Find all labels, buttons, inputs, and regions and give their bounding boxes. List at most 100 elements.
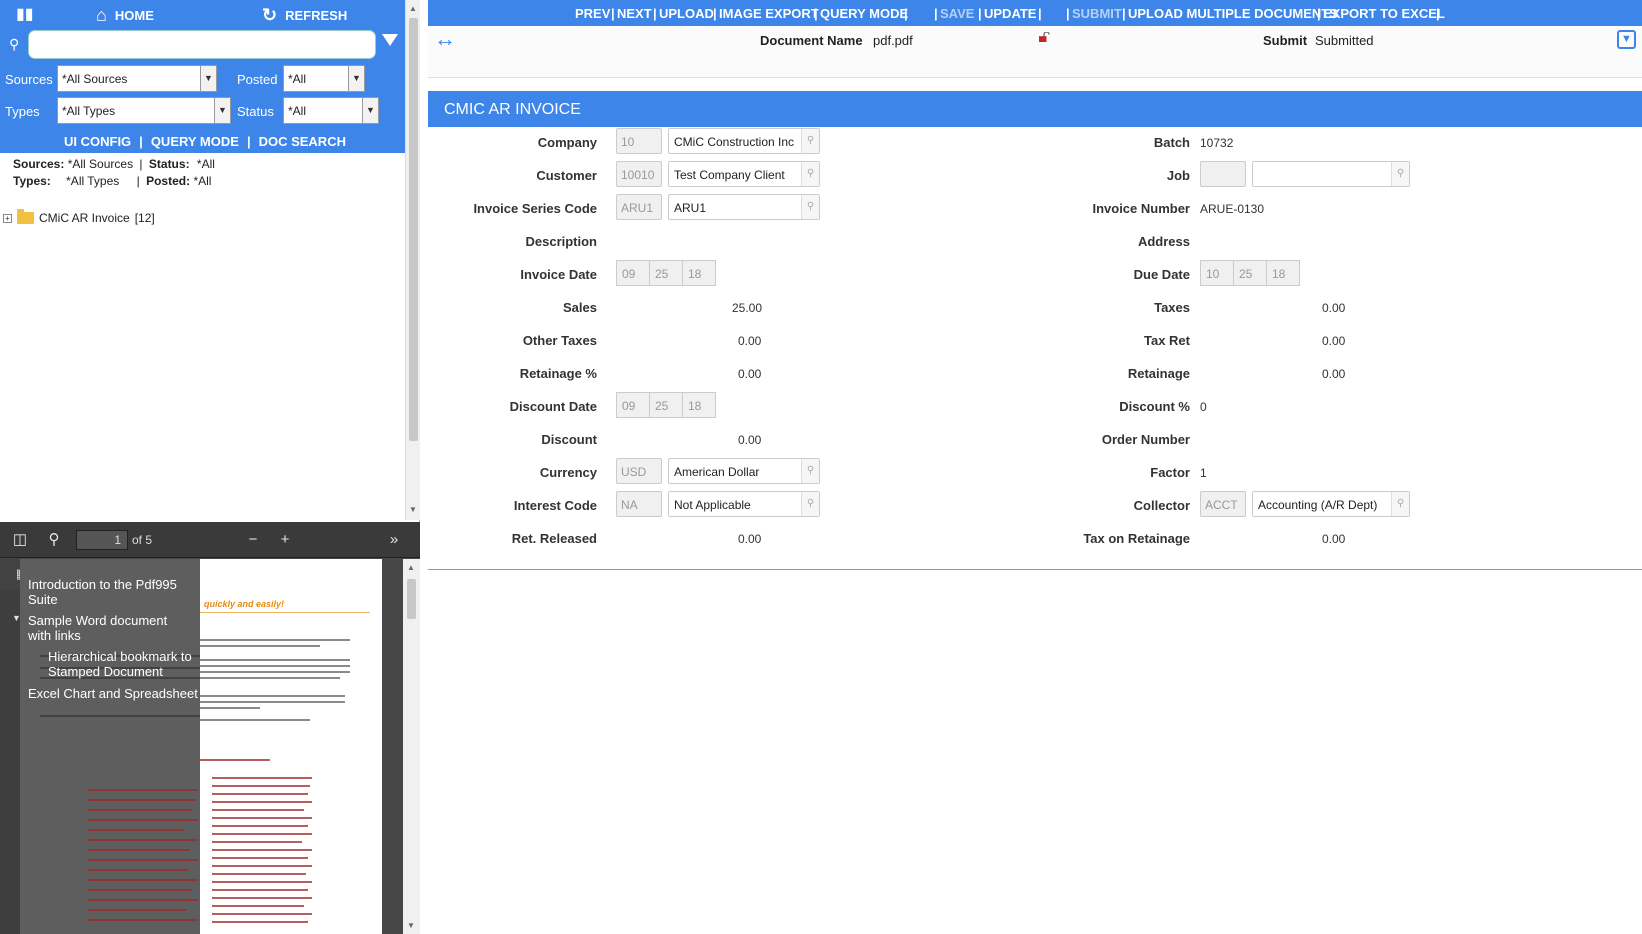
address-label: Address (1137, 234, 1190, 249)
search-icon[interactable]: ⚲ (1391, 492, 1409, 516)
retainage-pct-label: Retainage % (519, 366, 597, 381)
interest-code-field[interactable]: NA (616, 491, 662, 517)
scroll-up-icon[interactable]: ▲ (407, 563, 415, 572)
separator: | (814, 6, 818, 21)
query-mode-button[interactable]: QUERY MODE (820, 6, 908, 21)
posted-label: Posted (237, 72, 278, 87)
search-icon[interactable]: ⚲ (1391, 162, 1409, 186)
customer-name-field[interactable]: Test Company Client ⚲ (668, 161, 820, 187)
page-number-input[interactable]: 1 (76, 530, 128, 550)
separator: | (1038, 6, 1042, 21)
bookmark-item[interactable]: Sample Word document with links (28, 613, 178, 643)
invoice-date-month[interactable]: 09 (616, 260, 650, 286)
left-scrollbar[interactable]: ▲ ▼ (405, 0, 420, 520)
series-code-field[interactable]: ARU1 (616, 194, 662, 220)
scrollbar-thumb[interactable] (409, 18, 418, 441)
invoice-number-label: Invoice Number (1092, 201, 1190, 216)
more-tools-icon[interactable]: » (382, 529, 406, 551)
collapse-triangle-icon[interactable]: ▼ (12, 613, 21, 623)
discount-date-field[interactable]: 09 25 18 (616, 392, 716, 418)
chevron-down-icon[interactable]: ▼ (1617, 30, 1636, 49)
tree-node-ar-invoice[interactable]: + CMiC AR Invoice [12] (3, 209, 155, 225)
search-icon[interactable]: ⚲ (801, 162, 819, 186)
sources-label: Sources (5, 72, 53, 87)
scroll-down-icon[interactable]: ▼ (409, 505, 417, 514)
invoice-date-field[interactable]: 09 25 18 (616, 260, 716, 286)
search-input[interactable] (28, 30, 376, 59)
prev-button[interactable]: PREV (575, 6, 610, 21)
upload-button[interactable]: UPLOAD (659, 6, 714, 21)
zoom-in-icon[interactable]: + (273, 529, 297, 551)
scroll-down-icon[interactable]: ▼ (407, 921, 415, 930)
expand-arrows-icon[interactable]: ↔ (434, 26, 456, 52)
status-select[interactable]: *All ▼ (283, 97, 379, 124)
save-button[interactable]: SAVE (940, 6, 974, 21)
types-select[interactable]: *All Types ▼ (57, 97, 231, 124)
separator: | (653, 6, 657, 21)
page-heading: quickly and easily! (204, 599, 285, 609)
invoice-date-year[interactable]: 18 (682, 260, 716, 286)
ui-config-link[interactable]: UI CONFIG (64, 134, 131, 149)
collector-name-field[interactable]: Accounting (A/R Dept) ⚲ (1252, 491, 1410, 517)
scrollbar-thumb[interactable] (407, 579, 416, 619)
posted-select[interactable]: *All ▼ (283, 65, 365, 92)
tree-node-label: CMiC AR Invoice (39, 211, 130, 225)
discount-date-month[interactable]: 09 (616, 392, 650, 418)
due-date-day[interactable]: 25 (1233, 260, 1267, 286)
home-button[interactable]: ⌂ HOME (96, 5, 154, 26)
sources-select[interactable]: *All Sources ▼ (57, 65, 217, 92)
summary-sources-value: *All Sources (67, 157, 134, 171)
search-icon[interactable]: ⚲ (801, 459, 819, 483)
interest-name-field[interactable]: Not Applicable ⚲ (668, 491, 820, 517)
customer-name-value: Test Company Client (674, 168, 785, 182)
due-date-month[interactable]: 10 (1200, 260, 1234, 286)
doc-search-link[interactable]: DOC SEARCH (259, 134, 346, 149)
job-name-field[interactable]: ⚲ (1252, 161, 1410, 187)
refresh-button[interactable]: ↻ REFRESH (262, 5, 347, 26)
image-export-button[interactable]: IMAGE EXPORT (719, 6, 819, 21)
update-button[interactable]: UPDATE (984, 6, 1036, 21)
currency-code-field[interactable]: USD (616, 458, 662, 484)
customer-label: Customer (536, 168, 597, 183)
customer-code-field[interactable]: 10010 (616, 161, 662, 187)
search-icon[interactable]: ⚲ (801, 492, 819, 516)
pdf-viewer: ◫ ⚲ 1 of 5 − + » ▦ ☰ ∞ quickly and easil… (0, 522, 420, 934)
currency-name-field[interactable]: American Dollar ⚲ (668, 458, 820, 484)
discount-date-year[interactable]: 18 (682, 392, 716, 418)
due-date-field[interactable]: 10 25 18 (1200, 260, 1300, 286)
batch-label: Batch (1153, 135, 1190, 150)
sidebar-toggle-icon[interactable]: ◫ (8, 529, 32, 551)
next-button[interactable]: NEXT (617, 6, 652, 21)
tax-ret-label: Tax Ret (1144, 333, 1190, 348)
search-icon[interactable]: ⚲ (42, 529, 66, 551)
series-name-field[interactable]: ARU1 ⚲ (668, 194, 820, 220)
due-date-year[interactable]: 18 (1266, 260, 1300, 286)
zoom-out-icon[interactable]: − (241, 529, 265, 551)
company-code-field[interactable]: 10 (616, 128, 662, 154)
right-panel: PREV | NEXT | UPLOAD | IMAGE EXPORT | QU… (428, 0, 1642, 934)
upload-multiple-button[interactable]: UPLOAD MULTIPLE DOCUMENTS (1128, 6, 1338, 21)
stats-icon[interactable]: ▮▮ (16, 4, 34, 24)
search-icon[interactable]: ⚲ (801, 129, 819, 153)
filter-icon[interactable] (382, 34, 398, 46)
pdf-scrollbar[interactable]: ▲ ▼ (403, 559, 420, 934)
submit-button[interactable]: SUBMIT (1072, 6, 1122, 21)
job-code-field[interactable] (1200, 161, 1246, 187)
bookmark-item[interactable]: Introduction to the Pdf995 Suite (28, 577, 188, 607)
status-label: Status (237, 104, 274, 119)
bookmark-item[interactable]: Excel Chart and Spreadsheet (28, 686, 200, 701)
bookmark-item[interactable]: Hierarchical bookmark to Stamped Documen… (48, 649, 198, 679)
lock-icon[interactable] (1038, 32, 1050, 42)
query-mode-link[interactable]: QUERY MODE (151, 134, 239, 149)
types-value: *All Types (62, 104, 116, 118)
search-icon[interactable]: ⚲ (801, 195, 819, 219)
discount-date-day[interactable]: 25 (649, 392, 683, 418)
factor-value: 1 (1200, 466, 1207, 480)
invoice-date-label: Invoice Date (520, 267, 597, 282)
invoice-date-day[interactable]: 25 (649, 260, 683, 286)
scroll-up-icon[interactable]: ▲ (409, 4, 417, 13)
collector-code-field[interactable]: ACCT (1200, 491, 1246, 517)
expand-plus-icon[interactable]: + (3, 213, 12, 223)
export-excel-button[interactable]: EXPORT TO EXCEL (1323, 6, 1445, 21)
company-name-field[interactable]: CMiC Construction Inc ⚲ (668, 128, 820, 154)
